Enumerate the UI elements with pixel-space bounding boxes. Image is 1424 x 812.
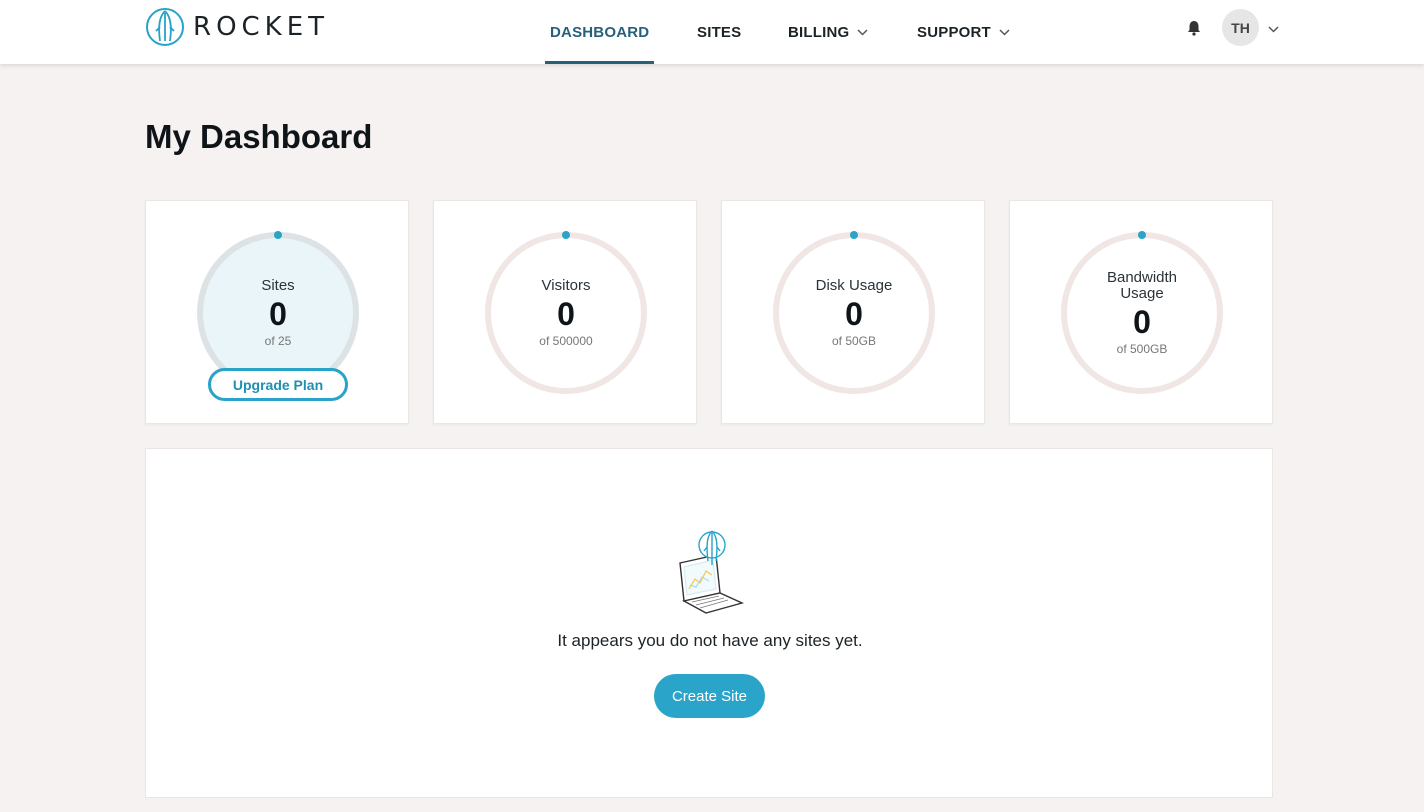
- rocket-logo-icon: [146, 8, 184, 46]
- nav-sites-label: SITES: [697, 23, 742, 41]
- stat-limit: of 50GB: [831, 334, 877, 348]
- stat-card-visitors: Visitors 0 of 500000: [433, 200, 697, 424]
- nav-support-label: SUPPORT: [917, 23, 991, 41]
- stat-limit: of 500000: [539, 334, 593, 348]
- stat-label: Disk Usage: [815, 277, 893, 294]
- laptop-rocket-illustration: [676, 527, 746, 615]
- sites-empty-state-panel: It appears you do not have any sites yet…: [145, 448, 1273, 798]
- nav-dashboard[interactable]: DASHBOARD: [544, 0, 655, 64]
- page-title: My Dashboard: [145, 118, 373, 155]
- stat-label: Sites: [261, 277, 295, 294]
- rocket-logo[interactable]: ROCKET: [145, 7, 329, 47]
- stat-card-sites: Sites 0 of 25 Upgrade Plan: [145, 200, 409, 424]
- logo-text: ROCKET: [193, 12, 330, 42]
- stat-value: 0: [269, 296, 287, 332]
- bell-icon[interactable]: [1185, 19, 1203, 37]
- nav-billing-label: BILLING: [788, 23, 850, 41]
- upgrade-plan-button[interactable]: Upgrade Plan: [208, 368, 348, 401]
- chevron-down-icon[interactable]: [1268, 20, 1279, 38]
- empty-state-message: It appears you do not have any sites yet…: [557, 631, 863, 650]
- bandwidth-usage-gauge: Bandwidth Usage 0 of 500GB: [1060, 231, 1224, 395]
- disk-usage-gauge: Disk Usage 0 of 50GB: [772, 231, 936, 395]
- nav-billing[interactable]: BILLING: [788, 0, 868, 64]
- top-navigation-bar: ROCKET DASHBOARD SITES BILLING SUPPORT T…: [0, 0, 1424, 64]
- stat-label: Bandwidth Usage: [1106, 269, 1178, 302]
- nav-dashboard-label: DASHBOARD: [550, 23, 650, 41]
- nav-support[interactable]: SUPPORT: [917, 0, 1010, 64]
- stat-limit: of 500GB: [1116, 342, 1168, 356]
- stat-value: 0: [557, 296, 575, 332]
- stat-value: 0: [1133, 304, 1151, 340]
- stat-card-disk-usage: Disk Usage 0 of 50GB: [721, 200, 985, 424]
- stat-limit: of 25: [264, 334, 292, 348]
- stat-label: Visitors: [541, 277, 591, 294]
- chevron-down-icon: [857, 28, 868, 36]
- chevron-down-icon: [999, 28, 1010, 36]
- stat-card-bandwidth-usage: Bandwidth Usage 0 of 500GB: [1009, 200, 1273, 424]
- stat-value: 0: [845, 296, 863, 332]
- nav-sites[interactable]: SITES: [697, 0, 741, 64]
- visitors-gauge: Visitors 0 of 500000: [484, 231, 648, 395]
- user-avatar[interactable]: TH: [1222, 9, 1259, 46]
- create-site-button[interactable]: Create Site: [654, 674, 765, 718]
